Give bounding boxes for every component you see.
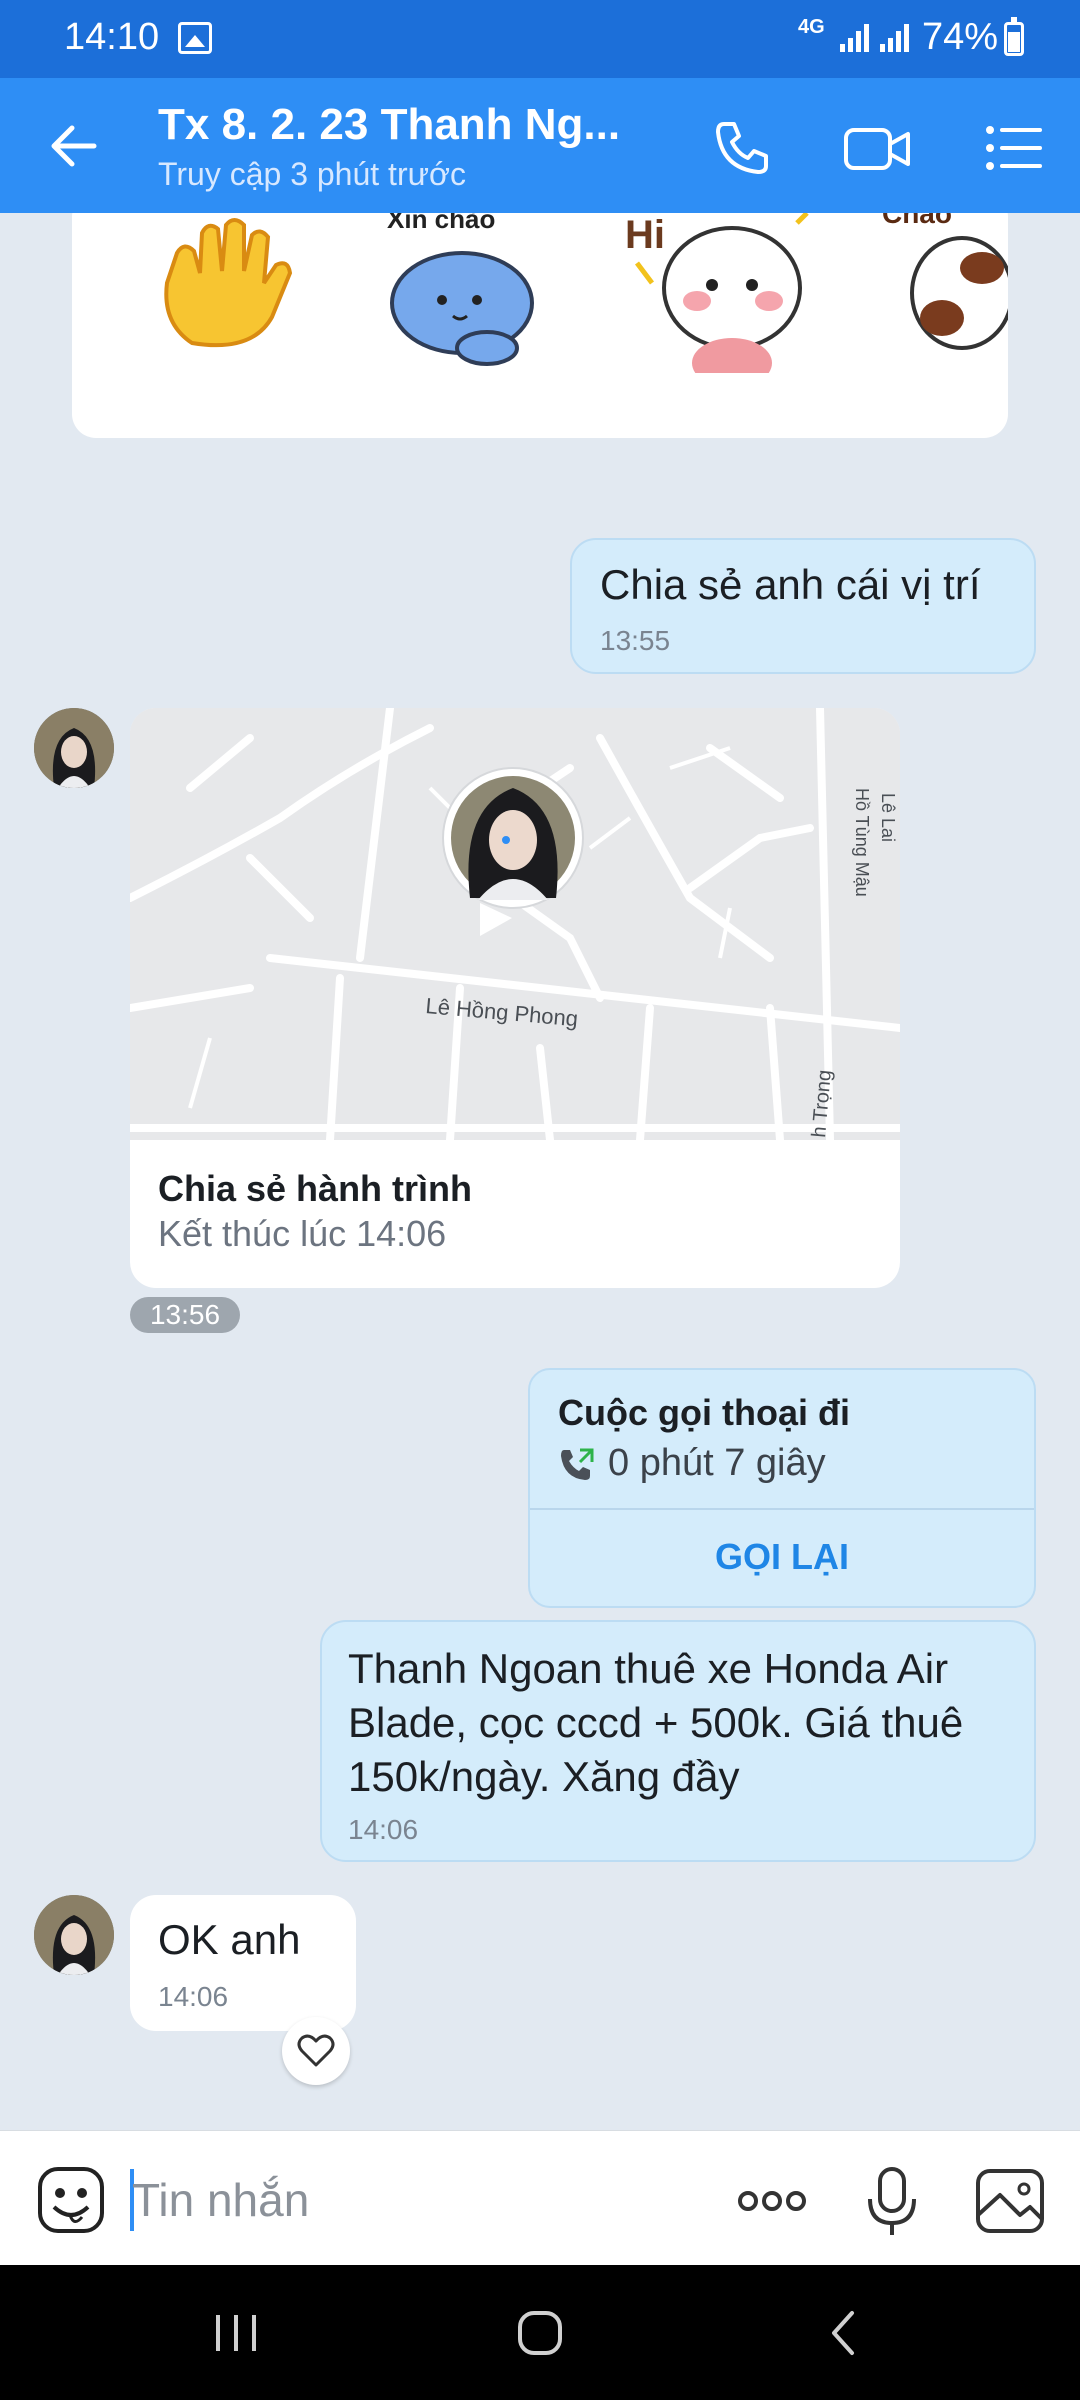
map-label-le-lai: Lê Lai xyxy=(878,793,898,842)
blue-cat-sticker[interactable]: Xin chào xyxy=(377,213,557,373)
bunny-sticker[interactable]: Hi xyxy=(617,213,817,373)
call-title: Cuộc gọi thoại đi xyxy=(558,1392,850,1433)
message-text: OK anh xyxy=(158,1916,301,1963)
bunny-caption: Hi xyxy=(625,213,665,257)
contact-name[interactable]: Tx 8. 2. 23 Thanh Ng... xyxy=(158,100,620,150)
dog-caption: Chào xyxy=(882,213,952,229)
location-map[interactable]: Lê Hồng Phong Lê Lai Hồ Tùng Mậu h Trọng xyxy=(130,708,900,1144)
more-icon[interactable] xyxy=(734,2163,810,2239)
recent-apps-icon[interactable] xyxy=(206,2305,266,2361)
home-icon[interactable] xyxy=(510,2305,570,2361)
blue-cat-caption: Xin chào xyxy=(387,213,495,234)
message-text: Thanh Ngoan thuê xe Honda Air Blade, cọc… xyxy=(348,1645,964,1800)
composer xyxy=(0,2130,1080,2265)
avatar[interactable] xyxy=(34,708,114,788)
message-list[interactable]: Xin chào Hi Chào Chia sẻ anh cái vị trí … xyxy=(0,213,1080,2130)
location-share-card[interactable]: Lê Hồng Phong Lê Lai Hồ Tùng Mậu h Trọng… xyxy=(130,708,900,1288)
network-type: 4G xyxy=(798,16,825,38)
avatar[interactable] xyxy=(34,1895,114,1975)
message-time: 13:55 xyxy=(600,625,671,656)
message-time: 14:06 xyxy=(158,1981,229,2012)
image-icon[interactable] xyxy=(972,2163,1048,2239)
back-icon[interactable] xyxy=(814,2305,874,2361)
map-label-ho-tung-mau: Hồ Tùng Mậu xyxy=(852,788,872,897)
battery-icon xyxy=(1004,17,1024,56)
arrow-left-icon[interactable] xyxy=(44,116,104,176)
message-input[interactable] xyxy=(132,2169,692,2231)
location-card-subtitle: Kết thúc lúc 14:06 xyxy=(158,1213,447,1254)
location-card-title: Chia sẻ hành trình xyxy=(158,1168,473,1209)
sticker-suggestions: Xin chào Hi Chào xyxy=(72,213,1008,438)
call-duration: 0 phút 7 giây xyxy=(608,1442,826,1484)
status-time: 14:10 xyxy=(64,16,160,58)
list-icon[interactable] xyxy=(982,116,1046,180)
incoming-message[interactable]: OK anh 14:06 xyxy=(130,1895,356,2031)
react-button[interactable] xyxy=(282,2017,350,2085)
dog-sticker[interactable]: Chào xyxy=(882,213,1008,373)
last-seen-status: Truy cập 3 phút trước xyxy=(158,156,466,192)
video-camera-icon[interactable] xyxy=(842,116,912,180)
system-nav-bar xyxy=(0,2265,1080,2400)
chat-header: Tx 8. 2. 23 Thanh Ng... Truy cập 3 phút … xyxy=(0,78,1080,213)
signal-icon xyxy=(840,24,869,52)
phone-icon[interactable] xyxy=(710,116,774,180)
outgoing-call-icon xyxy=(561,1448,594,1480)
status-bar: 14:10 4G 74% xyxy=(0,0,1080,78)
outgoing-message[interactable]: Thanh Ngoan thuê xe Honda Air Blade, cọc… xyxy=(320,1620,1036,1862)
call-log-card: Cuộc gọi thoại đi 0 phút 7 giây GỌI LẠI xyxy=(528,1368,1036,1608)
signal-icon-2 xyxy=(880,24,909,52)
message-time: 13:56 xyxy=(130,1297,240,1333)
message-time: 14:06 xyxy=(348,1814,419,1845)
microphone-icon[interactable] xyxy=(854,2163,930,2239)
call-back-button[interactable]: GỌI LẠI xyxy=(530,1508,1034,1606)
battery-percent: 74% xyxy=(922,16,999,58)
waving-hand-sticker[interactable] xyxy=(152,213,302,363)
emoji-icon[interactable] xyxy=(36,2165,106,2235)
image-notification-icon xyxy=(178,22,212,54)
heart-icon xyxy=(297,2034,335,2067)
message-text: Chia sẻ anh cái vị trí xyxy=(600,561,981,608)
outgoing-message[interactable]: Chia sẻ anh cái vị trí 13:55 xyxy=(570,538,1036,674)
